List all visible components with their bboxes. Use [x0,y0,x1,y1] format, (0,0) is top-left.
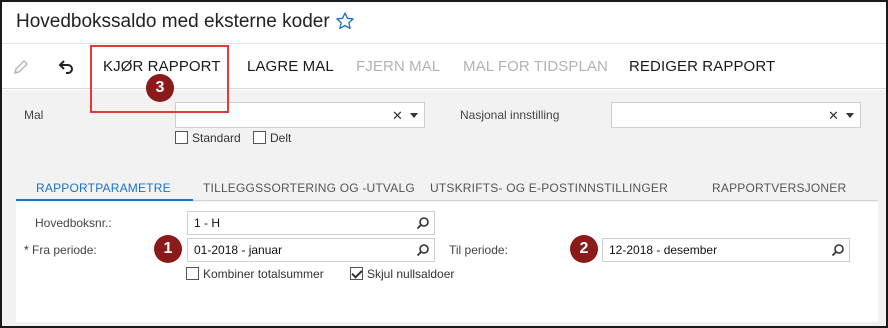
to-period-input[interactable]: 12-2018 - desember [602,238,850,262]
national-setting-label: Nasjonal innstilling [460,108,560,122]
standard-checkbox-label: Standard [192,131,241,145]
report-window: Hovedbokssaldo med eksterne koder KJØR R… [0,0,888,328]
search-icon[interactable] [831,243,845,257]
national-setting-select[interactable]: ✕ [611,102,861,128]
shared-checkbox-box[interactable] [253,131,266,144]
combine-totals-checkbox[interactable]: Kombiner totalsummer [186,267,324,281]
search-icon[interactable] [416,243,430,257]
tab-report-versions[interactable]: RAPPORTVERSJONER [712,181,846,195]
ledger-label: Hovedboksnr.: [35,216,112,230]
hide-zero-balances-checkbox[interactable]: Skjul nullsaldoer [350,267,454,281]
pencil-icon[interactable] [11,57,31,77]
annotation-badge-3: 3 [146,74,174,102]
page-title: Hovedbokssaldo med eksterne koder [16,11,330,32]
ledger-label-text: Hovedboksnr.: [35,216,112,230]
to-period-label: Til periode: [449,243,508,257]
remove-template-button[interactable]: FJERN MAL [356,58,440,75]
form-area: Mal ✕ Nasjonal innstilling ✕ Standard De… [2,90,886,326]
save-template-button[interactable]: LAGRE MAL [247,58,334,75]
chevron-down-icon[interactable] [410,113,418,118]
search-icon[interactable] [416,216,430,230]
title-bar: Hovedbokssaldo med eksterne koder [2,2,886,44]
parameters-panel: Hovedboksnr.: 1 - H * Fra periode: 01-20… [16,202,878,322]
schedule-template-button[interactable]: MAL FOR TIDSPLAN [463,58,608,75]
edit-report-button[interactable]: REDIGER RAPPORT [629,58,775,75]
standard-checkbox-box[interactable] [175,131,188,144]
shared-checkbox[interactable]: Delt [253,131,291,145]
standard-checkbox[interactable]: Standard [175,131,241,145]
chevron-down-icon[interactable] [846,113,854,118]
star-outline-icon[interactable] [335,11,355,31]
shared-checkbox-label: Delt [270,131,292,145]
template-label: Mal [24,108,44,122]
from-period-input[interactable]: 01-2018 - januar [187,238,435,262]
hide-zero-balances-label: Skjul nullsaldoer [367,267,455,281]
required-marker: * [24,243,29,257]
combine-totals-checkbox-box[interactable] [186,267,199,280]
clear-icon[interactable]: ✕ [828,108,839,124]
undo-icon[interactable] [56,57,76,77]
from-period-label: * Fra periode: [24,243,97,257]
from-period-value: 01-2018 - januar [194,243,283,257]
tab-strip: RAPPORTPARAMETRE TILLEGGSSORTERING OG -U… [16,175,878,201]
from-period-label-text: Fra periode: [32,243,97,257]
tab-print-email-settings[interactable]: UTSKRIFTS- OG E-POSTINNSTILLINGER [430,181,668,195]
annotation-badge-1: 1 [154,235,182,263]
tab-report-parameters[interactable]: RAPPORTPARAMETRE [36,181,171,195]
tab-additional-sorting[interactable]: TILLEGGSSORTERING OG -UTVALG [203,181,415,195]
annotation-badge-2: 2 [570,235,598,263]
clear-icon[interactable]: ✕ [392,108,403,124]
to-period-value: 12-2018 - desember [609,243,718,257]
ledger-input[interactable]: 1 - H [187,211,435,235]
combine-totals-label: Kombiner totalsummer [203,267,324,281]
active-tab-indicator [16,199,193,201]
hide-zero-balances-checkbox-box[interactable] [350,267,363,280]
ledger-value: 1 - H [194,216,221,230]
